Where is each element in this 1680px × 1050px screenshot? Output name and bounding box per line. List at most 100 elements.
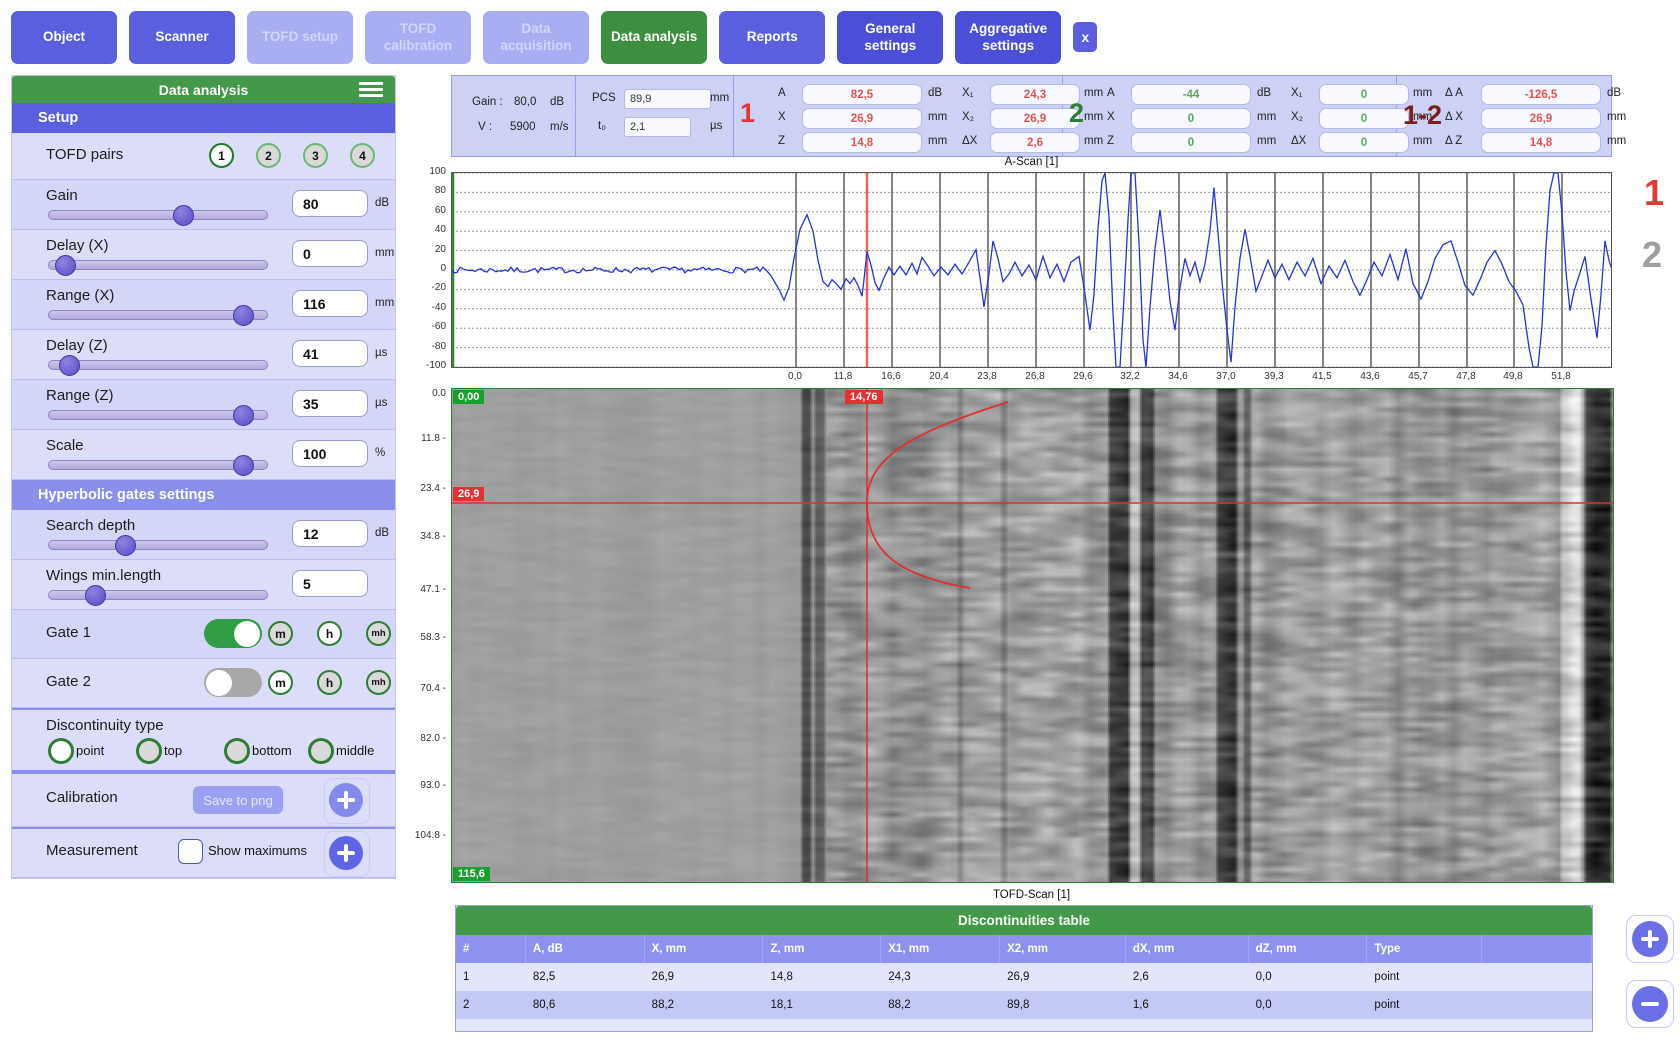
table-cell: 0,0 — [1249, 991, 1368, 1019]
gain-slider-thumb[interactable] — [173, 205, 194, 226]
hamburger-menu-icon[interactable] — [359, 82, 383, 97]
ascan-xtick-4: 23,8 — [977, 371, 996, 382]
gate-1-mode-h[interactable]: h — [317, 621, 342, 646]
discontinuity-radio-top[interactable] — [136, 738, 162, 764]
wings-min-length-slider[interactable] — [48, 590, 268, 600]
gate-row-1: Gate 1mhmh — [12, 610, 395, 659]
gate-2-mode-h[interactable]: h — [317, 670, 342, 695]
parameters-bar: Gain :80,0dBV :5900m/sPCS89,9mmt₀2,1µs1A… — [451, 75, 1612, 157]
search-depth-slider[interactable] — [48, 540, 268, 550]
show-maximums-checkbox[interactable] — [178, 839, 203, 864]
calibration-plus-plate — [324, 778, 370, 824]
panel-1-2-value-2: 14,8 — [1481, 132, 1601, 153]
scale-slider[interactable] — [48, 460, 268, 470]
gate-1-mode-mh[interactable]: mh — [366, 621, 391, 646]
nav-button-object[interactable]: Object — [11, 11, 117, 64]
tofd-pair-button-1[interactable]: 1 — [209, 143, 234, 168]
table-cell: 26,9 — [1000, 963, 1126, 991]
range-x-slider[interactable] — [48, 310, 268, 320]
ascan-chart[interactable] — [451, 172, 1612, 368]
table-row-1[interactable]: 182,526,914,824,326,92,60,0point — [456, 963, 1592, 991]
nav-button-scanner[interactable]: Scanner — [129, 11, 235, 64]
save-to-png-button[interactable]: Save to png — [193, 786, 283, 814]
calibration-row: CalibrationSave to png — [12, 772, 395, 827]
search-depth-input[interactable] — [292, 520, 368, 547]
panel-2-value2-0: 0 — [1319, 84, 1409, 105]
nav-button-tofd-calibration[interactable]: TOFD calibration — [365, 11, 471, 64]
pcs-input[interactable]: 89,9 — [624, 89, 711, 109]
pair-marker-2[interactable]: 2 — [1642, 234, 1662, 276]
measure-panel-1-2-number: 1-2 — [1403, 100, 1442, 131]
table-cell — [1482, 991, 1592, 1019]
calibration-add-button[interactable] — [329, 783, 363, 817]
tofd-scan-tick-7: 82.0 - — [410, 733, 446, 744]
remove-discontinuity-button[interactable] — [1632, 986, 1668, 1022]
tofd-pair-button-4[interactable]: 4 — [350, 143, 375, 168]
table-cell: 82,5 — [526, 963, 645, 991]
panel-1-value2-1: 26,9 — [990, 108, 1080, 129]
gate-2-mode-mh[interactable]: mh — [366, 670, 391, 695]
panel-2-unit-2: mm — [1257, 135, 1276, 147]
range-x-input[interactable] — [292, 290, 368, 317]
ascan-xtick-0: 0,0 — [788, 371, 802, 382]
t0-input[interactable]: 2,1 — [624, 117, 691, 137]
nav-close-button[interactable]: x — [1073, 22, 1097, 52]
gate-2-mode-m[interactable]: m — [268, 670, 293, 695]
nav-button-data-acquisition[interactable]: Data acquisition — [483, 11, 589, 64]
delay-x-slider[interactable] — [48, 260, 268, 270]
pair-marker-1[interactable]: 1 — [1644, 172, 1664, 214]
ascan-ytick-60: 60 — [414, 205, 446, 216]
discontinuity-radio-bottom[interactable] — [224, 738, 250, 764]
gate-1-toggle[interactable] — [204, 619, 262, 648]
wings-min-length-slider-thumb[interactable] — [85, 585, 106, 606]
ascan-xtick-10: 39,3 — [1264, 371, 1283, 382]
wings-min-length-input[interactable] — [292, 570, 368, 597]
scale-unit: % — [375, 447, 385, 459]
tofd-scan-image[interactable]: 0,00 115,6 14,76 26,9 — [451, 388, 1614, 883]
nav-button-aggregative-settings[interactable]: Aggregative settings — [955, 11, 1061, 64]
gate-1-mode-m[interactable]: m — [268, 621, 293, 646]
table-row-2[interactable]: 280,688,218,188,289,81,60,0point — [456, 991, 1592, 1019]
panel-1-2-label-0: Δ A — [1445, 87, 1463, 99]
scale-slider-thumb[interactable] — [233, 455, 254, 476]
gain-label: Gain — [46, 187, 78, 204]
delay-x-slider-thumb[interactable] — [55, 255, 76, 276]
panel-1-2-value-1: 26,9 — [1481, 108, 1601, 129]
table-cell: Z, mm — [763, 935, 881, 963]
t0-label: t₀ — [598, 120, 606, 132]
table-cell: X, mm — [645, 935, 764, 963]
gate-2-toggle[interactable] — [204, 668, 262, 697]
gain-slider[interactable] — [48, 210, 268, 220]
tofd-pair-button-2[interactable]: 2 — [256, 143, 281, 168]
discontinuity-radio-middle[interactable] — [308, 738, 334, 764]
tofd-cursor-overlay — [452, 389, 1613, 882]
range-x-slider-thumb[interactable] — [233, 305, 254, 326]
table-cell: 14,8 — [763, 963, 881, 991]
delay-z-input[interactable] — [292, 340, 368, 367]
velocity-unit: m/s — [550, 121, 569, 133]
table-cell: 18,1 — [763, 991, 881, 1019]
delay-z-slider-thumb[interactable] — [59, 355, 80, 376]
scale-input[interactable] — [292, 440, 368, 467]
nav-button-general-settings[interactable]: General settings — [837, 11, 943, 64]
gain-input[interactable] — [292, 190, 368, 217]
nav-button-tofd-setup[interactable]: TOFD setup — [247, 11, 353, 64]
range-x-label: Range (X) — [46, 287, 114, 304]
table-cell: dX, mm — [1126, 935, 1249, 963]
search-depth-slider-thumb[interactable] — [115, 535, 136, 556]
range-z-slider[interactable] — [48, 410, 268, 420]
measurement-plus-plate — [324, 831, 370, 877]
discontinuity-radio-point[interactable] — [48, 738, 74, 764]
nav-button-data-analysis[interactable]: Data analysis — [601, 11, 707, 64]
measurement-add-button[interactable] — [329, 836, 363, 870]
range-z-slider-thumb[interactable] — [233, 405, 254, 426]
tofd-pair-button-3[interactable]: 3 — [303, 143, 328, 168]
slider-row-gain: GaindB — [12, 180, 395, 230]
add-discontinuity-button[interactable] — [1632, 921, 1668, 957]
range-z-input[interactable] — [292, 390, 368, 417]
delay-x-input[interactable] — [292, 240, 368, 267]
tofd-top-left-badge: 0,00 — [453, 390, 484, 404]
table-cell: 26,9 — [645, 963, 764, 991]
nav-button-reports[interactable]: Reports — [719, 11, 825, 64]
delay-z-slider[interactable] — [48, 360, 268, 370]
